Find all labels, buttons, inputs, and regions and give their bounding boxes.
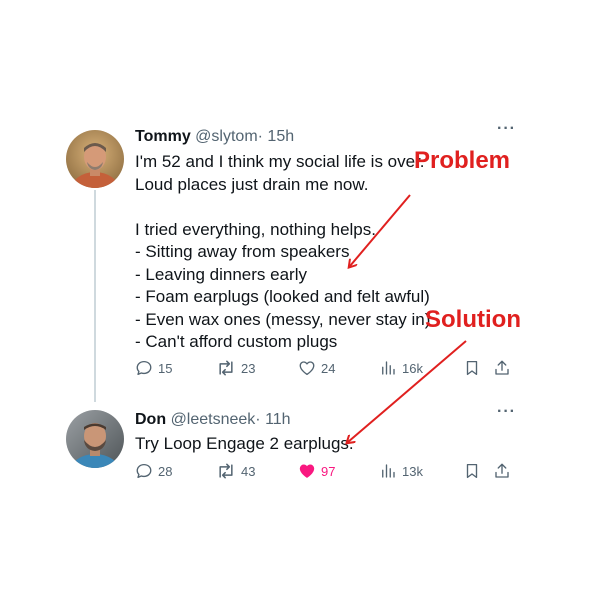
reply-button[interactable]: 15 [135,359,172,377]
tweet-2-header: Don @leetsneek· 11h [135,411,291,429]
tweet-text-line: - Leaving dinners early [135,264,307,284]
solution-arrow [348,340,467,442]
tweet-text-line: - Sitting away from speakers [135,242,350,261]
tweet-time[interactable]: · 11h [255,411,290,428]
tweet-1-text: I'm 52 and I think my social life is ove… [135,151,430,354]
avatar-don-photo [66,410,124,468]
retweet-icon [219,360,233,376]
tweet-text-line [135,196,430,219]
like-count: 97 [321,463,336,479]
share-icon [495,360,509,375]
more-icon[interactable]: ··· [497,403,516,421]
more-icon[interactable]: ··· [497,120,516,138]
problem-annotation: Problem [414,147,511,174]
retweet-button[interactable]: 43 [216,462,255,480]
bookmark-icon [466,360,478,376]
tweet-text-line: - Can't afford custom plugs [135,332,338,351]
views-count: 13k [402,463,423,479]
retweet-button[interactable]: 23 [216,359,255,377]
reply-count: 15 [158,360,173,376]
author-name[interactable]: Tommy [135,128,191,145]
tweet-text-line: I'm 52 and I think my social life is ove… [135,152,425,171]
like-icon-filled [299,464,315,478]
retweet-count: 43 [241,463,256,479]
retweet-icon [219,463,233,479]
avatar-tommy-photo [66,130,124,188]
tweet-text-line: I tried everything, nothing helps. [135,219,376,239]
tweet-time[interactable]: · 15h [258,128,294,145]
thread-connector-line [94,190,96,402]
author-name[interactable]: Don [135,411,166,428]
bookmark-icon [466,463,478,479]
reply-button[interactable]: 28 [135,462,172,480]
retweet-count: 23 [241,360,256,376]
share-icon [495,463,509,478]
tweet-text-line: Loud places just drain me now. [135,174,369,194]
share-button[interactable] [493,359,511,377]
author-handle[interactable]: @slytom [195,128,257,145]
tweet-text-line: - Even wax ones (messy, never stay in) [135,309,431,329]
like-count: 24 [321,360,336,376]
views-count: 16k [402,360,423,376]
views-icon [382,464,395,478]
tweet-text-line: - Foam earplugs (looked and felt awful) [135,287,430,306]
views-button[interactable]: 13k [379,462,423,480]
views-icon [382,361,395,375]
views-button[interactable]: 16k [379,359,423,377]
reply-count: 28 [158,463,173,479]
author-handle[interactable]: @leetsneek [171,411,256,428]
bookmark-button[interactable] [463,359,481,377]
avatar-don[interactable] [66,410,124,468]
tweet-1-header: Tommy @slytom· 15h [135,128,294,146]
solution-annotation: Solution [425,306,521,333]
avatar-tommy[interactable] [66,130,124,188]
tweet-text-line: Try Loop Engage 2 earplugs. [135,434,354,453]
like-icon [299,361,315,376]
bookmark-button[interactable] [463,462,481,480]
share-button[interactable] [493,462,511,480]
reply-icon [136,463,152,479]
tweet-2-text: Try Loop Engage 2 earplugs. [135,433,354,456]
like-button[interactable]: 24 [298,359,335,377]
reply-icon [136,360,152,376]
like-button[interactable]: 97 [298,462,335,480]
